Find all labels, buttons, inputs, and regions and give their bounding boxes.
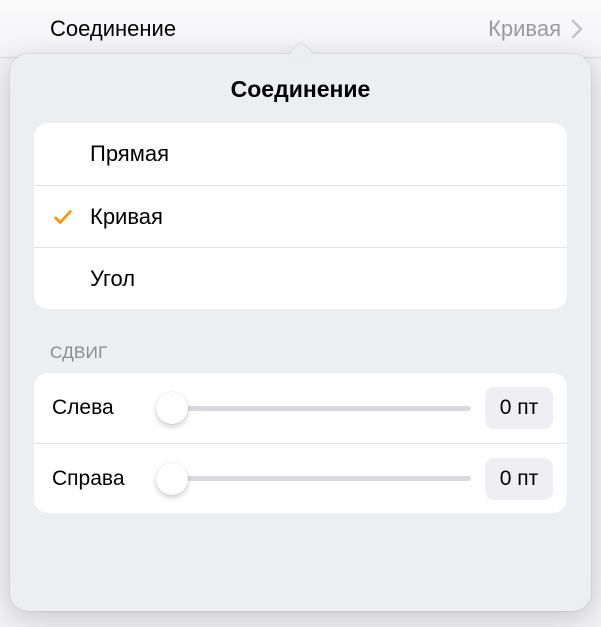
popover-title: Соединение [10,68,591,123]
slider-track [156,406,471,411]
connection-row-label: Соединение [50,16,488,42]
shift-left-slider[interactable] [156,392,471,424]
option-label: Прямая [90,141,169,167]
option-curve[interactable]: Кривая [34,185,567,247]
slider-thumb[interactable] [156,463,188,495]
checkmark-icon [52,206,90,228]
shift-left-label: Слева [52,396,142,420]
option-label: Кривая [90,204,163,230]
connection-options: Прямая Кривая Угол [34,123,567,309]
connection-row-value: Кривая [488,16,561,42]
shift-left-value[interactable]: 0 пт [485,387,553,429]
slider-thumb[interactable] [156,392,188,424]
popover-arrow [287,42,315,56]
chevron-right-icon [571,19,583,39]
option-straight[interactable]: Прямая [34,123,567,185]
shift-right-value[interactable]: 0 пт [485,458,553,500]
shift-right-slider[interactable] [156,463,471,495]
connection-popover: Соединение Прямая Кривая Угол СДВИГ Слев… [10,54,591,611]
shift-section-header: СДВИГ [50,343,551,363]
shift-right-label: Справа [52,467,142,491]
shift-controls: Слева 0 пт Справа 0 пт [34,373,567,513]
shift-left-row: Слева 0 пт [34,373,567,443]
shift-right-row: Справа 0 пт [34,443,567,513]
option-corner[interactable]: Угол [34,247,567,309]
slider-track [156,476,471,481]
option-label: Угол [90,266,135,292]
